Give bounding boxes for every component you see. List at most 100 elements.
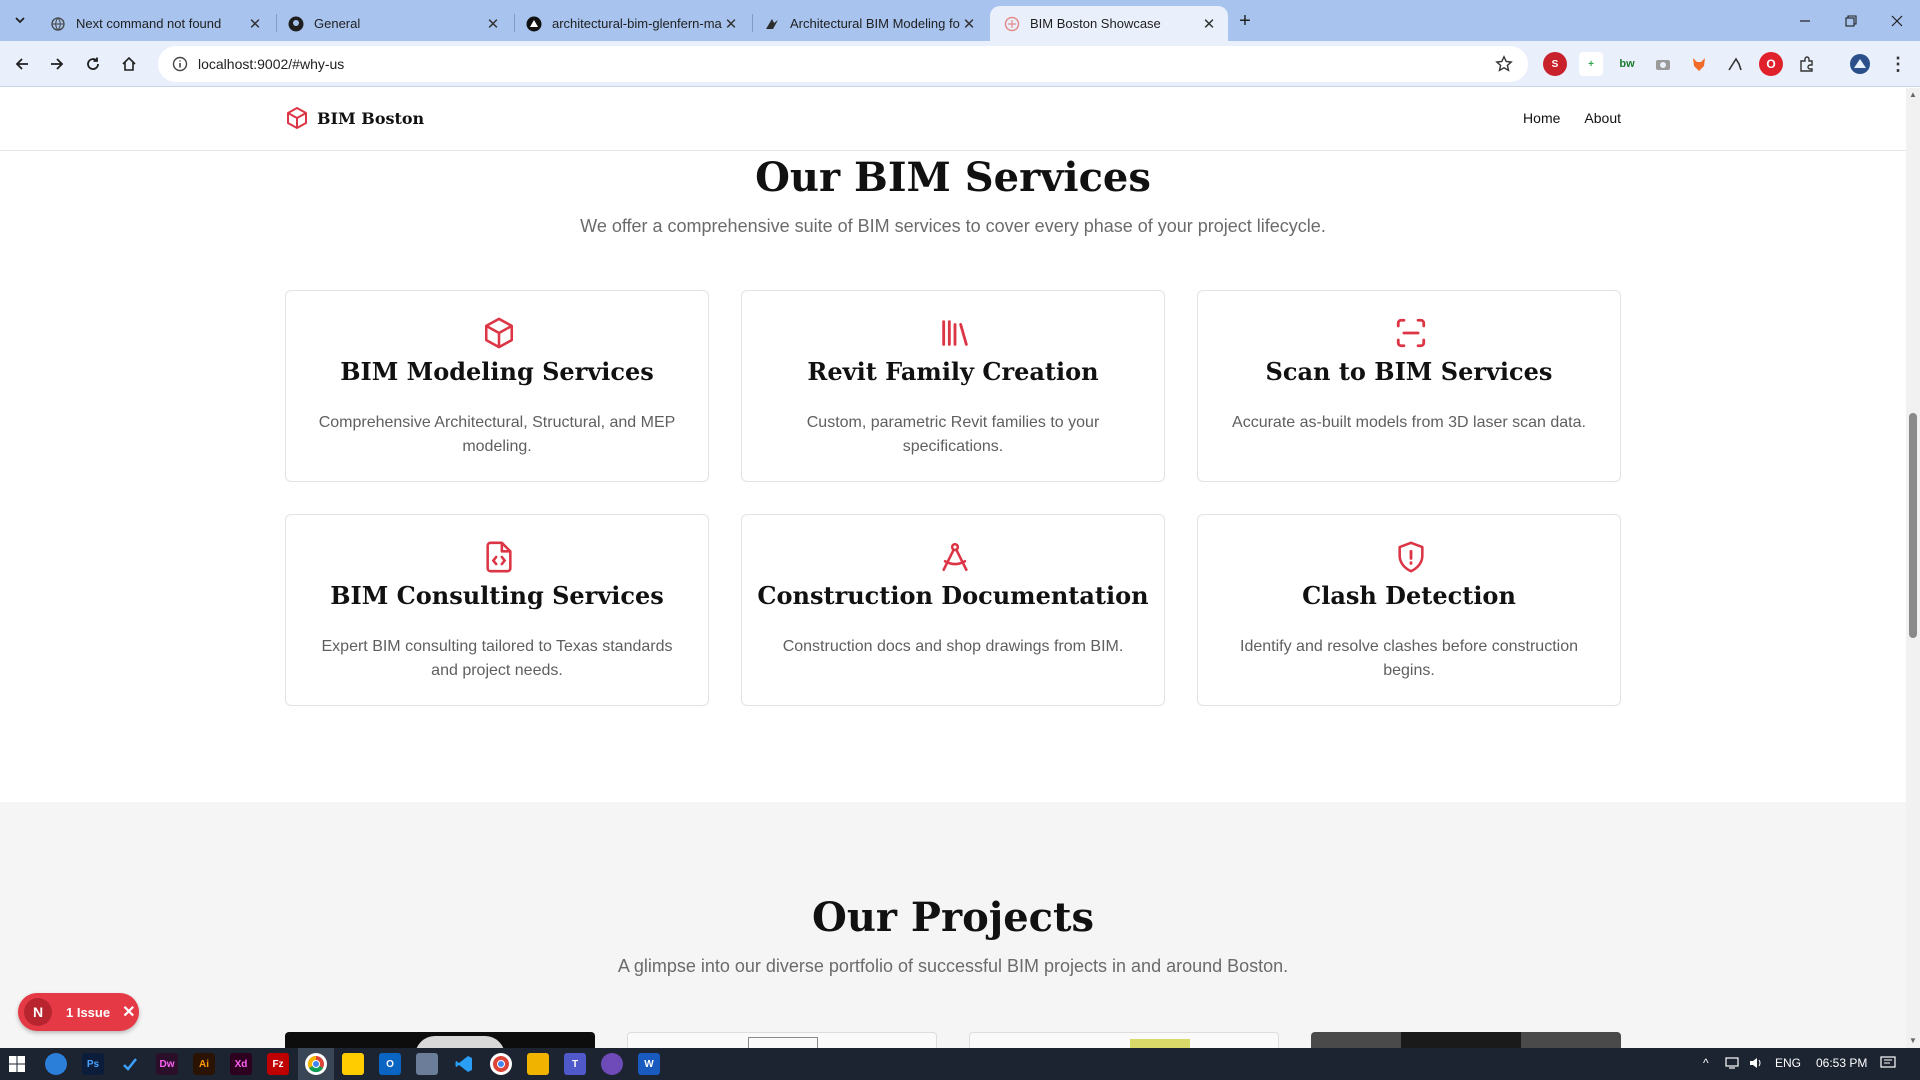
puzzle-extensions-icon[interactable] bbox=[1795, 52, 1819, 76]
service-card-description: Construction docs and shop drawings from… bbox=[782, 638, 1124, 655]
close-tab-icon[interactable]: ✕ bbox=[722, 15, 740, 33]
service-card-bim-modeling[interactable]: BIM Modeling Services Comprehensive Arch… bbox=[285, 290, 709, 482]
extension-bw-icon[interactable]: bw bbox=[1615, 52, 1639, 76]
github-desktop-icon[interactable] bbox=[601, 1053, 623, 1075]
tab-search-button[interactable] bbox=[8, 8, 32, 32]
new-tab-button[interactable]: + bbox=[1232, 8, 1258, 34]
project-thumbnail[interactable] bbox=[969, 1032, 1279, 1048]
project-thumbnail[interactable] bbox=[627, 1032, 937, 1048]
calculator-icon[interactable] bbox=[416, 1053, 438, 1075]
tab-next-command[interactable]: Next command not found ✕ bbox=[36, 6, 274, 41]
url-text[interactable]: localhost:9002/#why-us bbox=[198, 56, 1486, 72]
teams-icon[interactable]: T bbox=[564, 1053, 586, 1075]
close-tab-icon[interactable]: ✕ bbox=[484, 15, 502, 33]
edge-icon[interactable] bbox=[45, 1053, 67, 1075]
opera-extension-icon[interactable]: O bbox=[1759, 52, 1783, 76]
page-scrollbar[interactable]: ▲ ▼ bbox=[1906, 88, 1920, 1048]
illustrator-icon[interactable]: Ai bbox=[193, 1053, 215, 1075]
back-button[interactable] bbox=[7, 49, 37, 79]
dreamweaver-icon[interactable]: Dw bbox=[156, 1053, 178, 1075]
home-icon bbox=[122, 56, 136, 71]
services-subtitle: We offer a comprehensive suite of BIM se… bbox=[580, 216, 1326, 236]
address-bar[interactable]: localhost:9002/#why-us bbox=[158, 46, 1528, 82]
brand-logo[interactable]: BIM Boston bbox=[285, 106, 424, 130]
sticky-notes-icon[interactable] bbox=[342, 1053, 364, 1075]
project-thumbnail[interactable] bbox=[1311, 1032, 1621, 1048]
nav-about-link[interactable]: About bbox=[1584, 110, 1621, 126]
outlook-icon[interactable]: O bbox=[379, 1053, 401, 1075]
close-tab-icon[interactable]: ✕ bbox=[960, 15, 978, 33]
service-card-title: Clash Detection bbox=[1302, 581, 1516, 610]
scrollbar-thumb[interactable] bbox=[1909, 413, 1917, 638]
issues-badge[interactable]: N 1 Issue ✕ bbox=[18, 993, 139, 1031]
bookmark-star-icon[interactable] bbox=[1486, 55, 1522, 73]
scroll-up-icon[interactable]: ▲ bbox=[1908, 90, 1918, 100]
scroll-down-icon[interactable]: ▼ bbox=[1908, 1036, 1918, 1046]
close-icon[interactable]: ✕ bbox=[122, 1002, 135, 1022]
cube-icon bbox=[482, 315, 516, 351]
chrome-alt-icon[interactable] bbox=[490, 1053, 512, 1075]
close-tab-icon[interactable]: ✕ bbox=[1200, 15, 1218, 33]
profile-avatar-icon[interactable] bbox=[1848, 52, 1872, 76]
xd-icon[interactable]: Xd bbox=[230, 1053, 252, 1075]
service-card-title: Scan to BIM Services bbox=[1265, 357, 1553, 386]
pen-extension-icon[interactable] bbox=[1723, 52, 1747, 76]
network-icon[interactable] bbox=[1725, 1056, 1741, 1073]
tab-bim-boston-showcase[interactable]: BIM Boston Showcase ✕ bbox=[990, 6, 1228, 41]
reload-button[interactable] bbox=[78, 49, 108, 79]
tray-chevron-icon[interactable]: ^ bbox=[1703, 1056, 1709, 1070]
service-card-revit-family[interactable]: Revit Family Creation Custom, parametric… bbox=[741, 290, 1165, 482]
projects-subtitle: A glimpse into our diverse portfolio of … bbox=[617, 956, 1289, 976]
tab-architectural-bim-modeling[interactable]: Architectural BIM Modeling for ✕ bbox=[750, 6, 988, 41]
sparkle-icon bbox=[1004, 16, 1020, 32]
minimize-icon bbox=[1800, 19, 1810, 22]
checkmark-app-icon[interactable] bbox=[119, 1053, 141, 1075]
notifications-icon[interactable] bbox=[1880, 1056, 1896, 1073]
issues-label[interactable]: 1 Issue bbox=[66, 1005, 110, 1020]
site-header: BIM Boston Home About bbox=[0, 88, 1906, 151]
minimize-button[interactable] bbox=[1782, 0, 1828, 41]
close-icon bbox=[1891, 15, 1903, 26]
service-card-title: BIM Consulting Services bbox=[330, 581, 664, 610]
project-thumbnail[interactable] bbox=[285, 1032, 595, 1048]
tab-architectural-bim-glenfern[interactable]: architectural-bim-glenfern-mas ✕ bbox=[512, 6, 750, 41]
extension-red-icon[interactable]: S bbox=[1543, 52, 1567, 76]
windows-start-icon[interactable] bbox=[6, 1053, 28, 1075]
file-explorer-icon[interactable] bbox=[527, 1053, 549, 1075]
tab-general[interactable]: General ✕ bbox=[274, 6, 512, 41]
brand-name: BIM Boston bbox=[317, 108, 425, 128]
filezilla-icon[interactable]: Fz bbox=[267, 1053, 289, 1075]
arrow-right-icon bbox=[51, 58, 64, 70]
word-icon[interactable]: W bbox=[638, 1053, 660, 1075]
service-card-description: Custom, parametric Revit families to you… bbox=[806, 414, 1100, 455]
camera-extension-icon[interactable] bbox=[1651, 52, 1675, 76]
service-card-construction-docs[interactable]: Construction Documentation Construction … bbox=[741, 514, 1165, 706]
menu-kebab-icon[interactable]: ⋮ bbox=[1886, 52, 1910, 76]
photoshop-icon[interactable]: Ps bbox=[82, 1053, 104, 1075]
compass-icon bbox=[938, 539, 972, 575]
service-card-bim-consulting[interactable]: BIM Consulting Services Expert BIM consu… bbox=[285, 514, 709, 706]
language-indicator[interactable]: ENG bbox=[1775, 1056, 1801, 1070]
services-heading: Our BIM Services bbox=[755, 154, 1151, 201]
browser-toolbar: localhost:9002/#why-us S + bw O ⋮ bbox=[0, 41, 1920, 87]
chevron-down-icon bbox=[15, 17, 25, 24]
clock[interactable]: 06:53 PM bbox=[1816, 1056, 1867, 1070]
home-button[interactable] bbox=[114, 49, 144, 79]
forward-button[interactable] bbox=[42, 49, 72, 79]
chrome-icon[interactable] bbox=[305, 1053, 327, 1075]
site-info-icon[interactable] bbox=[162, 56, 198, 72]
service-card-scan-to-bim[interactable]: Scan to BIM Services Accurate as-built m… bbox=[1197, 290, 1621, 482]
close-tab-icon[interactable]: ✕ bbox=[246, 15, 264, 33]
nav-home-link[interactable]: Home bbox=[1523, 110, 1560, 126]
vscode-icon[interactable] bbox=[453, 1053, 475, 1075]
close-window-button[interactable] bbox=[1874, 0, 1920, 41]
service-card-description: Accurate as-built models from 3D laser s… bbox=[1232, 414, 1586, 431]
fox-extension-icon[interactable] bbox=[1687, 52, 1711, 76]
nextjs-icon: N bbox=[24, 998, 52, 1026]
extension-plus-icon[interactable]: + bbox=[1579, 52, 1603, 76]
restore-button[interactable] bbox=[1828, 0, 1874, 41]
service-card-clash-detection[interactable]: Clash Detection Identify and resolve cla… bbox=[1197, 514, 1621, 706]
vercel-icon bbox=[526, 16, 542, 32]
volume-icon[interactable] bbox=[1748, 1056, 1764, 1073]
tab-title: Architectural BIM Modeling for bbox=[790, 16, 960, 31]
